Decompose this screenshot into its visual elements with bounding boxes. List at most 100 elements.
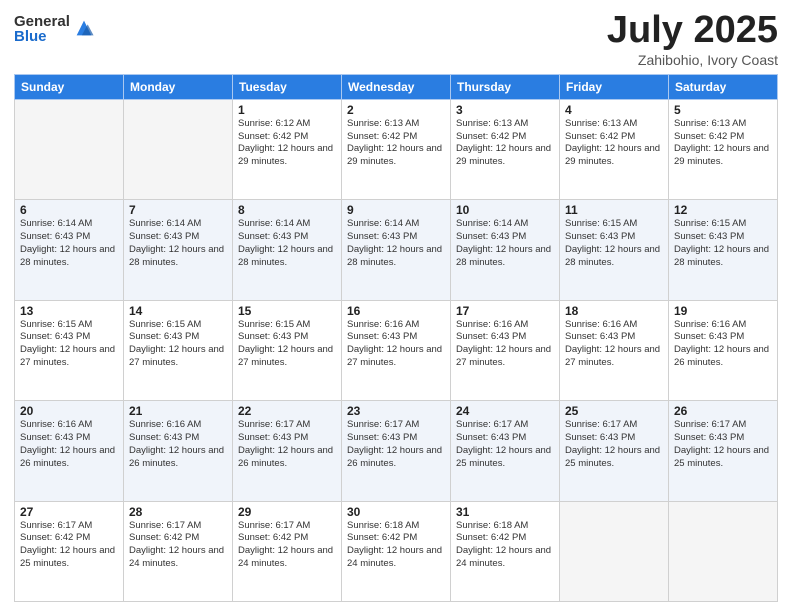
day-number: 10 [456,203,554,217]
day-header-row: SundayMondayTuesdayWednesdayThursdayFrid… [15,74,778,99]
day-info: Sunrise: 6:14 AM Sunset: 6:43 PM Dayligh… [347,218,445,269]
calendar-day-cell: 3Sunrise: 6:13 AM Sunset: 6:42 PM Daylig… [451,99,560,199]
day-info: Sunrise: 6:14 AM Sunset: 6:43 PM Dayligh… [20,218,118,269]
day-number: 18 [565,304,663,318]
day-of-week-header: Tuesday [233,74,342,99]
day-info: Sunrise: 6:18 AM Sunset: 6:42 PM Dayligh… [456,520,554,571]
day-number: 22 [238,404,336,418]
day-info: Sunrise: 6:13 AM Sunset: 6:42 PM Dayligh… [347,118,445,169]
day-info: Sunrise: 6:17 AM Sunset: 6:43 PM Dayligh… [456,419,554,470]
calendar-day-cell: 18Sunrise: 6:16 AM Sunset: 6:43 PM Dayli… [560,300,669,400]
day-number: 11 [565,203,663,217]
day-number: 29 [238,505,336,519]
day-info: Sunrise: 6:16 AM Sunset: 6:43 PM Dayligh… [129,419,227,470]
calendar-day-cell: 14Sunrise: 6:15 AM Sunset: 6:43 PM Dayli… [124,300,233,400]
day-number: 4 [565,103,663,117]
calendar-week-row: 1Sunrise: 6:12 AM Sunset: 6:42 PM Daylig… [15,99,778,199]
logo-general: General [14,14,70,29]
calendar-day-cell: 5Sunrise: 6:13 AM Sunset: 6:42 PM Daylig… [669,99,778,199]
day-number: 23 [347,404,445,418]
calendar-day-cell: 2Sunrise: 6:13 AM Sunset: 6:42 PM Daylig… [342,99,451,199]
day-info: Sunrise: 6:14 AM Sunset: 6:43 PM Dayligh… [238,218,336,269]
day-info: Sunrise: 6:17 AM Sunset: 6:43 PM Dayligh… [674,419,772,470]
day-number: 7 [129,203,227,217]
day-number: 25 [565,404,663,418]
calendar-day-cell [124,99,233,199]
calendar-day-cell: 27Sunrise: 6:17 AM Sunset: 6:42 PM Dayli… [15,501,124,601]
day-of-week-header: Saturday [669,74,778,99]
day-info: Sunrise: 6:15 AM Sunset: 6:43 PM Dayligh… [238,319,336,370]
day-info: Sunrise: 6:17 AM Sunset: 6:42 PM Dayligh… [129,520,227,571]
day-number: 5 [674,103,772,117]
day-info: Sunrise: 6:14 AM Sunset: 6:43 PM Dayligh… [129,218,227,269]
month-title: July 2025 [607,10,778,52]
day-info: Sunrise: 6:15 AM Sunset: 6:43 PM Dayligh… [565,218,663,269]
day-info: Sunrise: 6:17 AM Sunset: 6:42 PM Dayligh… [238,520,336,571]
day-number: 30 [347,505,445,519]
day-number: 17 [456,304,554,318]
calendar-day-cell: 7Sunrise: 6:14 AM Sunset: 6:43 PM Daylig… [124,200,233,300]
logo-icon [73,17,95,39]
day-number: 9 [347,203,445,217]
calendar-week-row: 27Sunrise: 6:17 AM Sunset: 6:42 PM Dayli… [15,501,778,601]
day-number: 19 [674,304,772,318]
day-number: 26 [674,404,772,418]
day-number: 14 [129,304,227,318]
calendar-day-cell: 6Sunrise: 6:14 AM Sunset: 6:43 PM Daylig… [15,200,124,300]
day-of-week-header: Wednesday [342,74,451,99]
day-info: Sunrise: 6:17 AM Sunset: 6:43 PM Dayligh… [565,419,663,470]
calendar-day-cell: 22Sunrise: 6:17 AM Sunset: 6:43 PM Dayli… [233,401,342,501]
calendar-day-cell: 31Sunrise: 6:18 AM Sunset: 6:42 PM Dayli… [451,501,560,601]
location-title: Zahibohio, Ivory Coast [607,52,778,68]
calendar-day-cell: 8Sunrise: 6:14 AM Sunset: 6:43 PM Daylig… [233,200,342,300]
day-info: Sunrise: 6:15 AM Sunset: 6:43 PM Dayligh… [20,319,118,370]
day-number: 27 [20,505,118,519]
calendar-day-cell: 11Sunrise: 6:15 AM Sunset: 6:43 PM Dayli… [560,200,669,300]
calendar-day-cell: 23Sunrise: 6:17 AM Sunset: 6:43 PM Dayli… [342,401,451,501]
title-area: July 2025 Zahibohio, Ivory Coast [607,10,778,68]
calendar-day-cell: 24Sunrise: 6:17 AM Sunset: 6:43 PM Dayli… [451,401,560,501]
day-info: Sunrise: 6:16 AM Sunset: 6:43 PM Dayligh… [347,319,445,370]
calendar-day-cell: 28Sunrise: 6:17 AM Sunset: 6:42 PM Dayli… [124,501,233,601]
calendar-day-cell: 26Sunrise: 6:17 AM Sunset: 6:43 PM Dayli… [669,401,778,501]
logo: General Blue [14,14,95,44]
day-number: 3 [456,103,554,117]
calendar-day-cell: 21Sunrise: 6:16 AM Sunset: 6:43 PM Dayli… [124,401,233,501]
day-info: Sunrise: 6:16 AM Sunset: 6:43 PM Dayligh… [20,419,118,470]
day-of-week-header: Friday [560,74,669,99]
logo-blue: Blue [14,29,70,44]
day-number: 13 [20,304,118,318]
calendar-day-cell: 12Sunrise: 6:15 AM Sunset: 6:43 PM Dayli… [669,200,778,300]
day-info: Sunrise: 6:12 AM Sunset: 6:42 PM Dayligh… [238,118,336,169]
day-info: Sunrise: 6:16 AM Sunset: 6:43 PM Dayligh… [674,319,772,370]
calendar-day-cell: 30Sunrise: 6:18 AM Sunset: 6:42 PM Dayli… [342,501,451,601]
day-info: Sunrise: 6:16 AM Sunset: 6:43 PM Dayligh… [456,319,554,370]
day-info: Sunrise: 6:13 AM Sunset: 6:42 PM Dayligh… [674,118,772,169]
day-number: 1 [238,103,336,117]
day-number: 20 [20,404,118,418]
calendar-day-cell [15,99,124,199]
calendar-day-cell: 25Sunrise: 6:17 AM Sunset: 6:43 PM Dayli… [560,401,669,501]
day-number: 24 [456,404,554,418]
day-of-week-header: Sunday [15,74,124,99]
calendar-day-cell: 29Sunrise: 6:17 AM Sunset: 6:42 PM Dayli… [233,501,342,601]
day-info: Sunrise: 6:14 AM Sunset: 6:43 PM Dayligh… [456,218,554,269]
day-number: 12 [674,203,772,217]
calendar-day-cell: 1Sunrise: 6:12 AM Sunset: 6:42 PM Daylig… [233,99,342,199]
day-info: Sunrise: 6:17 AM Sunset: 6:43 PM Dayligh… [238,419,336,470]
day-number: 2 [347,103,445,117]
day-of-week-header: Monday [124,74,233,99]
calendar-day-cell: 10Sunrise: 6:14 AM Sunset: 6:43 PM Dayli… [451,200,560,300]
day-info: Sunrise: 6:15 AM Sunset: 6:43 PM Dayligh… [674,218,772,269]
page: General Blue July 2025 Zahibohio, Ivory … [0,0,792,612]
day-number: 8 [238,203,336,217]
calendar-week-row: 13Sunrise: 6:15 AM Sunset: 6:43 PM Dayli… [15,300,778,400]
day-info: Sunrise: 6:18 AM Sunset: 6:42 PM Dayligh… [347,520,445,571]
day-info: Sunrise: 6:17 AM Sunset: 6:42 PM Dayligh… [20,520,118,571]
day-number: 21 [129,404,227,418]
day-number: 16 [347,304,445,318]
calendar-day-cell: 17Sunrise: 6:16 AM Sunset: 6:43 PM Dayli… [451,300,560,400]
calendar-day-cell: 13Sunrise: 6:15 AM Sunset: 6:43 PM Dayli… [15,300,124,400]
calendar-day-cell: 4Sunrise: 6:13 AM Sunset: 6:42 PM Daylig… [560,99,669,199]
header: General Blue July 2025 Zahibohio, Ivory … [14,10,778,68]
